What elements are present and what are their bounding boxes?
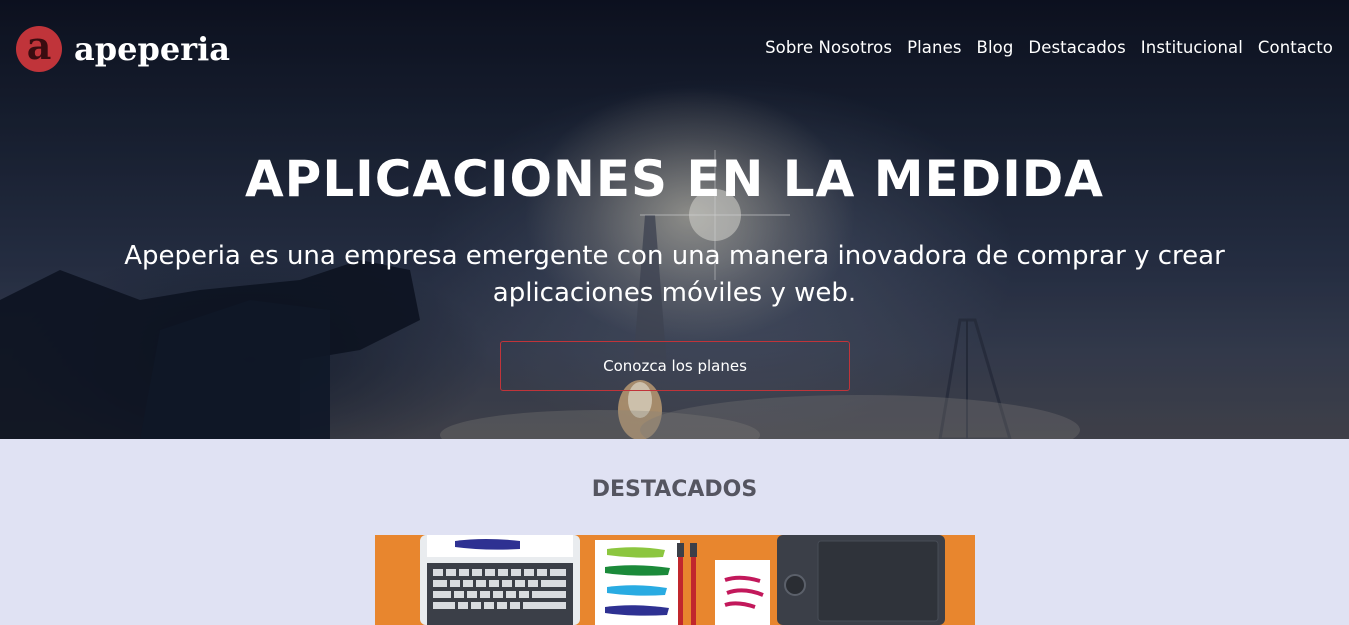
featured-section-title: DESTACADOS bbox=[591, 477, 758, 502]
brand-name: apeperia bbox=[74, 30, 230, 68]
logo-mark: a bbox=[16, 26, 62, 72]
featured-image[interactable] bbox=[375, 535, 975, 625]
designer-desk-illustration bbox=[420, 535, 945, 625]
logo[interactable]: a apeperia bbox=[16, 26, 230, 72]
nav-link-planes[interactable]: Planes bbox=[907, 38, 961, 57]
logo-letter: a bbox=[26, 23, 52, 68]
main-navigation: Sobre Nosotros Planes Blog Destacados In… bbox=[765, 38, 1333, 57]
hero-title: APLICACIONES EN LA MEDIDA bbox=[244, 150, 1104, 208]
hero-subtitle: Apeperia es una empresa emergente con un… bbox=[124, 241, 1225, 308]
nav-link-blog[interactable]: Blog bbox=[977, 38, 1014, 57]
view-plans-button[interactable]: Conozca los planes bbox=[500, 341, 850, 391]
nav-link-contacto[interactable]: Contacto bbox=[1258, 38, 1333, 57]
nav-link-sobre-nosotros[interactable]: Sobre Nosotros bbox=[765, 38, 892, 57]
hero-section: a apeperia Sobre Nosotros Planes Blog De… bbox=[0, 0, 1349, 439]
nav-link-institucional[interactable]: Institucional bbox=[1141, 38, 1243, 57]
nav-link-destacados[interactable]: Destacados bbox=[1028, 38, 1125, 57]
